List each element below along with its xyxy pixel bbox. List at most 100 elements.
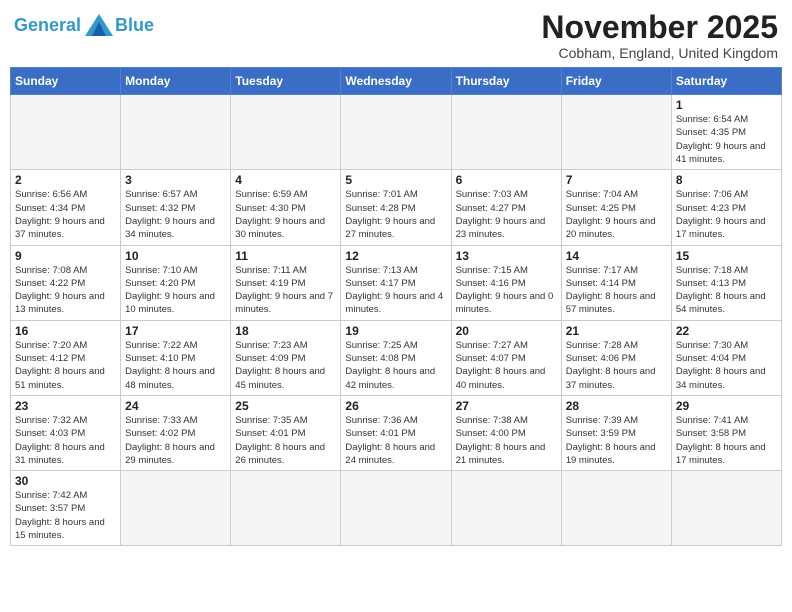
day-number: 2 [15,173,116,187]
col-header-sunday: Sunday [11,68,121,95]
day-info: Sunrise: 7:15 AM Sunset: 4:16 PM Dayligh… [456,264,557,317]
day-number: 24 [125,399,226,413]
day-number: 22 [676,324,777,338]
col-header-tuesday: Tuesday [231,68,341,95]
calendar-cell: 5Sunrise: 7:01 AM Sunset: 4:28 PM Daylig… [341,170,451,245]
day-info: Sunrise: 7:20 AM Sunset: 4:12 PM Dayligh… [15,339,116,392]
col-header-saturday: Saturday [671,68,781,95]
col-header-thursday: Thursday [451,68,561,95]
day-info: Sunrise: 7:30 AM Sunset: 4:04 PM Dayligh… [676,339,777,392]
calendar-cell: 21Sunrise: 7:28 AM Sunset: 4:06 PM Dayli… [561,320,671,395]
day-number: 18 [235,324,336,338]
day-info: Sunrise: 7:41 AM Sunset: 3:58 PM Dayligh… [676,414,777,467]
day-info: Sunrise: 7:23 AM Sunset: 4:09 PM Dayligh… [235,339,336,392]
day-number: 21 [566,324,667,338]
day-number: 7 [566,173,667,187]
day-info: Sunrise: 7:38 AM Sunset: 4:00 PM Dayligh… [456,414,557,467]
day-number: 25 [235,399,336,413]
day-info: Sunrise: 7:25 AM Sunset: 4:08 PM Dayligh… [345,339,446,392]
day-info: Sunrise: 7:35 AM Sunset: 4:01 PM Dayligh… [235,414,336,467]
logo-blue-icon [85,14,113,36]
col-header-wednesday: Wednesday [341,68,451,95]
calendar-cell [341,95,451,170]
calendar-cell: 22Sunrise: 7:30 AM Sunset: 4:04 PM Dayli… [671,320,781,395]
day-number: 20 [456,324,557,338]
day-number: 8 [676,173,777,187]
calendar-header-row: SundayMondayTuesdayWednesdayThursdayFrid… [11,68,782,95]
day-number: 27 [456,399,557,413]
col-header-monday: Monday [121,68,231,95]
page-header: General Blue November 2025 Cobham, Engla… [10,10,782,61]
col-header-friday: Friday [561,68,671,95]
day-number: 23 [15,399,116,413]
calendar-cell: 28Sunrise: 7:39 AM Sunset: 3:59 PM Dayli… [561,395,671,470]
calendar-cell: 23Sunrise: 7:32 AM Sunset: 4:03 PM Dayli… [11,395,121,470]
calendar-cell: 25Sunrise: 7:35 AM Sunset: 4:01 PM Dayli… [231,395,341,470]
calendar-cell: 29Sunrise: 7:41 AM Sunset: 3:58 PM Dayli… [671,395,781,470]
day-info: Sunrise: 7:36 AM Sunset: 4:01 PM Dayligh… [345,414,446,467]
logo-general: General [14,15,81,35]
day-number: 15 [676,249,777,263]
calendar-cell: 20Sunrise: 7:27 AM Sunset: 4:07 PM Dayli… [451,320,561,395]
calendar-cell [561,471,671,546]
day-number: 4 [235,173,336,187]
day-number: 28 [566,399,667,413]
calendar-cell: 14Sunrise: 7:17 AM Sunset: 4:14 PM Dayli… [561,245,671,320]
day-info: Sunrise: 7:28 AM Sunset: 4:06 PM Dayligh… [566,339,667,392]
day-info: Sunrise: 7:13 AM Sunset: 4:17 PM Dayligh… [345,264,446,317]
calendar-cell: 19Sunrise: 7:25 AM Sunset: 4:08 PM Dayli… [341,320,451,395]
calendar-cell: 16Sunrise: 7:20 AM Sunset: 4:12 PM Dayli… [11,320,121,395]
day-info: Sunrise: 7:01 AM Sunset: 4:28 PM Dayligh… [345,188,446,241]
calendar-cell [231,471,341,546]
calendar-week-row: 23Sunrise: 7:32 AM Sunset: 4:03 PM Dayli… [11,395,782,470]
day-number: 1 [676,98,777,112]
calendar-cell [121,95,231,170]
day-info: Sunrise: 7:04 AM Sunset: 4:25 PM Dayligh… [566,188,667,241]
calendar-week-row: 16Sunrise: 7:20 AM Sunset: 4:12 PM Dayli… [11,320,782,395]
day-info: Sunrise: 7:03 AM Sunset: 4:27 PM Dayligh… [456,188,557,241]
title-block: November 2025 Cobham, England, United Ki… [541,10,778,61]
day-number: 16 [15,324,116,338]
month-title: November 2025 [541,10,778,45]
day-number: 9 [15,249,116,263]
calendar-week-row: 1Sunrise: 6:54 AM Sunset: 4:35 PM Daylig… [11,95,782,170]
calendar-cell: 12Sunrise: 7:13 AM Sunset: 4:17 PM Dayli… [341,245,451,320]
day-info: Sunrise: 7:10 AM Sunset: 4:20 PM Dayligh… [125,264,226,317]
day-info: Sunrise: 7:22 AM Sunset: 4:10 PM Dayligh… [125,339,226,392]
day-number: 3 [125,173,226,187]
day-info: Sunrise: 6:57 AM Sunset: 4:32 PM Dayligh… [125,188,226,241]
day-info: Sunrise: 7:32 AM Sunset: 4:03 PM Dayligh… [15,414,116,467]
calendar-cell: 8Sunrise: 7:06 AM Sunset: 4:23 PM Daylig… [671,170,781,245]
calendar-week-row: 9Sunrise: 7:08 AM Sunset: 4:22 PM Daylig… [11,245,782,320]
calendar-cell: 18Sunrise: 7:23 AM Sunset: 4:09 PM Dayli… [231,320,341,395]
day-info: Sunrise: 7:42 AM Sunset: 3:57 PM Dayligh… [15,489,116,542]
calendar-cell: 1Sunrise: 6:54 AM Sunset: 4:35 PM Daylig… [671,95,781,170]
calendar-cell: 24Sunrise: 7:33 AM Sunset: 4:02 PM Dayli… [121,395,231,470]
calendar-cell [231,95,341,170]
calendar-cell [341,471,451,546]
day-number: 11 [235,249,336,263]
day-number: 19 [345,324,446,338]
calendar-cell: 3Sunrise: 6:57 AM Sunset: 4:32 PM Daylig… [121,170,231,245]
calendar-cell: 7Sunrise: 7:04 AM Sunset: 4:25 PM Daylig… [561,170,671,245]
day-number: 12 [345,249,446,263]
calendar-cell: 27Sunrise: 7:38 AM Sunset: 4:00 PM Dayli… [451,395,561,470]
logo-text: General [14,16,81,34]
day-info: Sunrise: 6:54 AM Sunset: 4:35 PM Dayligh… [676,113,777,166]
calendar-cell [121,471,231,546]
calendar-cell: 9Sunrise: 7:08 AM Sunset: 4:22 PM Daylig… [11,245,121,320]
calendar-week-row: 30Sunrise: 7:42 AM Sunset: 3:57 PM Dayli… [11,471,782,546]
calendar-cell: 4Sunrise: 6:59 AM Sunset: 4:30 PM Daylig… [231,170,341,245]
day-info: Sunrise: 7:06 AM Sunset: 4:23 PM Dayligh… [676,188,777,241]
day-number: 10 [125,249,226,263]
day-number: 26 [345,399,446,413]
calendar-cell: 11Sunrise: 7:11 AM Sunset: 4:19 PM Dayli… [231,245,341,320]
day-info: Sunrise: 7:33 AM Sunset: 4:02 PM Dayligh… [125,414,226,467]
day-info: Sunrise: 7:27 AM Sunset: 4:07 PM Dayligh… [456,339,557,392]
calendar-cell: 2Sunrise: 6:56 AM Sunset: 4:34 PM Daylig… [11,170,121,245]
calendar-cell: 26Sunrise: 7:36 AM Sunset: 4:01 PM Dayli… [341,395,451,470]
calendar-cell [11,95,121,170]
calendar-cell: 15Sunrise: 7:18 AM Sunset: 4:13 PM Dayli… [671,245,781,320]
day-info: Sunrise: 7:18 AM Sunset: 4:13 PM Dayligh… [676,264,777,317]
calendar-week-row: 2Sunrise: 6:56 AM Sunset: 4:34 PM Daylig… [11,170,782,245]
